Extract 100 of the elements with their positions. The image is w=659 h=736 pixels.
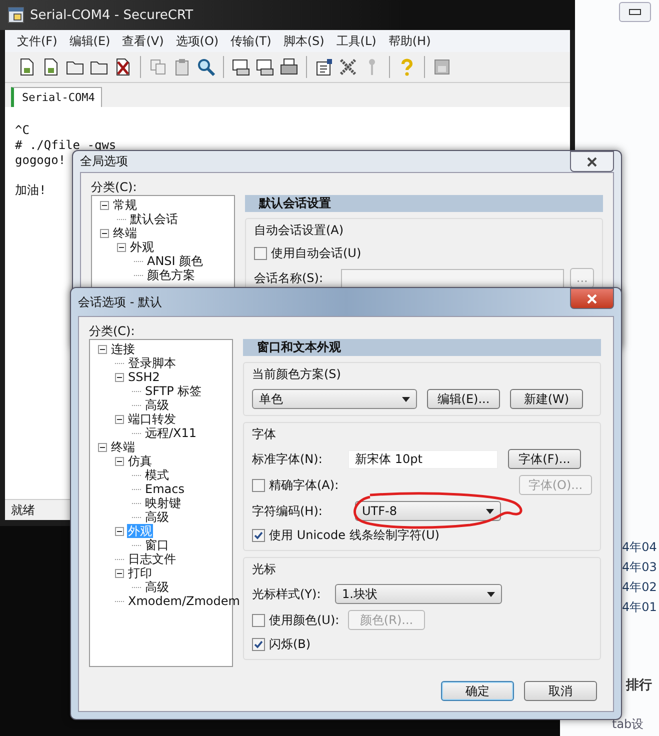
collapse-icon[interactable] bbox=[115, 414, 124, 424]
checkbox-label: 使用自动会话(U) bbox=[271, 245, 362, 262]
close-button[interactable] bbox=[570, 151, 614, 172]
edit-button[interactable]: 编辑(E)... bbox=[427, 389, 500, 409]
collapse-icon[interactable] bbox=[100, 200, 109, 210]
dialog-title: 全局选项 bbox=[80, 153, 128, 170]
tree-item[interactable]: 高级 bbox=[144, 580, 170, 594]
tree-item[interactable]: 默认会话 bbox=[129, 212, 179, 226]
section-header: 窗口和文本外观 bbox=[243, 339, 601, 356]
collapse-icon[interactable] bbox=[115, 372, 124, 382]
minimize-button[interactable] bbox=[619, 2, 651, 22]
tree-item[interactable]: 映射键 bbox=[144, 496, 182, 510]
session-tab[interactable]: Serial-COM4 bbox=[11, 87, 102, 107]
tree-item[interactable]: 模式 bbox=[144, 468, 170, 482]
checkbox[interactable] bbox=[252, 614, 265, 626]
tree-item[interactable]: 高级 bbox=[144, 398, 170, 412]
checkbox-label: 使用颜色(U): bbox=[269, 612, 340, 628]
tree-item[interactable]: 终端 bbox=[110, 440, 136, 454]
collapse-icon[interactable] bbox=[98, 344, 107, 354]
monitor-icon[interactable] bbox=[255, 57, 275, 77]
tree-item[interactable]: 端口转发 bbox=[127, 412, 177, 426]
color-scheme-dropdown[interactable]: 单色 bbox=[252, 389, 417, 409]
caret-icon bbox=[486, 508, 494, 514]
collapse-icon[interactable] bbox=[115, 568, 124, 578]
section-header: 默认会话设置 bbox=[245, 195, 603, 212]
tree-item[interactable]: Xmodem/Zmodem bbox=[127, 594, 241, 608]
cursor-style-dropdown[interactable]: 1.块状 bbox=[335, 584, 502, 604]
field-label: 字符编码(H): bbox=[252, 502, 324, 520]
list-link[interactable]: 4年02 bbox=[622, 580, 657, 594]
close-button[interactable] bbox=[570, 288, 614, 309]
menu-item[interactable]: 选项(O) bbox=[170, 32, 225, 50]
group-label: 自动会话设置(A) bbox=[254, 222, 345, 239]
menu-item[interactable]: 文件(F) bbox=[11, 32, 64, 50]
terminal-line: # ./Qfile -qws bbox=[15, 138, 116, 153]
field-label: 光标样式(Y): bbox=[252, 586, 322, 602]
link-text[interactable]: tab设 bbox=[612, 716, 644, 733]
checkbox[interactable] bbox=[254, 247, 267, 260]
checkbox-label: 使用 Unicode 线条绘制字符(U) bbox=[269, 527, 440, 544]
window-title: Serial-COM4 - SecureCRT bbox=[30, 8, 194, 22]
caret-icon bbox=[402, 396, 410, 402]
close-icon bbox=[587, 156, 597, 166]
checkbox-label: 闪烁(B) bbox=[269, 636, 311, 653]
tree-item[interactable]: 远程/X11 bbox=[144, 426, 198, 440]
menu-item[interactable]: 传输(T) bbox=[224, 32, 278, 50]
search-icon[interactable] bbox=[196, 57, 216, 77]
ok-button[interactable]: 确定 bbox=[441, 681, 514, 701]
tree-item[interactable]: SSH2 bbox=[127, 370, 161, 384]
menu-item[interactable]: 工具(L) bbox=[330, 32, 382, 50]
list-link[interactable]: 4年04 bbox=[622, 540, 657, 554]
tree-item[interactable]: 仿真 bbox=[127, 454, 153, 468]
font-button[interactable]: 字体(F)... bbox=[508, 449, 581, 469]
terminal-line: gogogo! bbox=[15, 153, 66, 168]
checkbox-label: 精确字体(A): bbox=[269, 476, 339, 494]
checkbox[interactable] bbox=[252, 529, 265, 542]
new-button[interactable]: 新建(W) bbox=[510, 389, 583, 409]
tree-item[interactable]: 颜色方案 bbox=[146, 268, 196, 282]
terminal-line: ^C bbox=[15, 123, 30, 138]
collapse-icon[interactable] bbox=[117, 242, 126, 252]
collapse-icon[interactable] bbox=[115, 526, 124, 536]
window-icon[interactable] bbox=[432, 57, 452, 77]
list-link[interactable]: 4年03 bbox=[622, 560, 657, 574]
tree-item[interactable]: 连接 bbox=[110, 342, 136, 356]
menu-item[interactable]: 查看(V) bbox=[116, 32, 170, 50]
close-icon bbox=[587, 294, 597, 304]
encoding-dropdown[interactable]: UTF-8 bbox=[355, 501, 501, 521]
cancel-button[interactable]: 取消 bbox=[524, 681, 597, 701]
tree-item[interactable]: 日志文件 bbox=[127, 552, 177, 566]
status-text: 就绪 bbox=[11, 502, 35, 518]
tree-item[interactable]: 终端 bbox=[112, 226, 138, 240]
menu-item[interactable]: 脚本(S) bbox=[277, 32, 330, 50]
list-link[interactable]: 4年01 bbox=[622, 600, 657, 614]
tree-item[interactable]: 外观 bbox=[129, 240, 155, 254]
menu-item[interactable]: 编辑(E) bbox=[63, 32, 116, 50]
checkbox[interactable] bbox=[252, 638, 265, 651]
caret-icon bbox=[487, 592, 495, 596]
group-label: 字体 bbox=[252, 426, 277, 443]
tree-item[interactable]: Emacs bbox=[144, 482, 186, 496]
terminal-line: 加油! bbox=[15, 183, 46, 198]
tree-item[interactable]: 登录脚本 bbox=[127, 356, 177, 370]
tree-item[interactable]: 打印 bbox=[127, 566, 153, 580]
tree-item[interactable]: SFTP 标签 bbox=[144, 384, 203, 398]
collapse-icon[interactable] bbox=[98, 442, 107, 452]
collapse-icon[interactable] bbox=[100, 228, 109, 238]
font-field[interactable]: 新宋体 10pt bbox=[348, 450, 498, 468]
dialog-title: 会话选项 - 默认 bbox=[78, 294, 162, 310]
session-name-field[interactable] bbox=[341, 268, 564, 288]
monitor-icon[interactable] bbox=[231, 57, 251, 77]
terminal-icon bbox=[8, 7, 24, 23]
tree-item[interactable]: 常规 bbox=[112, 198, 138, 212]
field-label: 会话名称(S): bbox=[254, 270, 324, 286]
printer-icon[interactable] bbox=[279, 57, 299, 77]
menu-item[interactable]: 帮助(H) bbox=[382, 32, 437, 50]
tree-item[interactable]: ANSI 颜色 bbox=[146, 254, 204, 268]
collapse-icon[interactable] bbox=[115, 456, 124, 466]
tree-item[interactable]: 窗口 bbox=[144, 538, 170, 552]
checkbox[interactable] bbox=[252, 478, 265, 492]
category-label: 分类(C): bbox=[91, 179, 138, 195]
category-label: 分类(C): bbox=[89, 323, 136, 339]
tree-item[interactable]: 高级 bbox=[144, 510, 170, 524]
settings-icon[interactable] bbox=[314, 57, 334, 77]
